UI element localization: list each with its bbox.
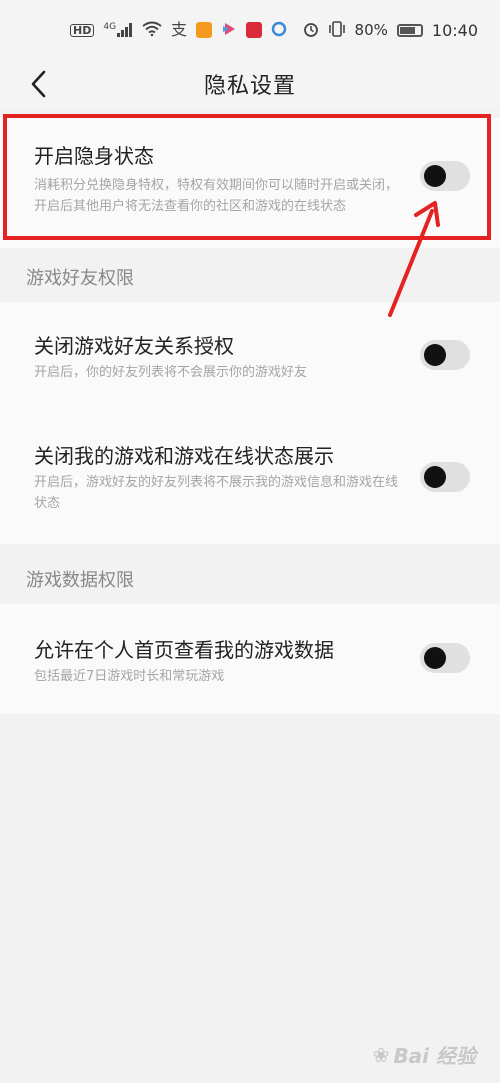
friends-auth-toggle[interactable] — [420, 340, 470, 370]
game-data-desc: 包括最近7日游戏时长和常玩游戏 — [34, 669, 225, 684]
status-bar: HD 4G 支 80% 10:40 — [0, 0, 500, 60]
paw-icon: ❀ — [372, 1042, 390, 1067]
online-status-toggle[interactable] — [420, 462, 470, 492]
status-left: HD 4G 支 — [70, 21, 287, 40]
online-status-title: 关闭我的游戏和游戏在线状态展示 — [34, 444, 334, 468]
game-data-toggle[interactable] — [420, 643, 470, 673]
hd-icon: HD — [70, 23, 95, 37]
friends-card: 关闭游戏好友关系授权 开启后，你的好友列表将不会展示你的游戏好友 关闭我的游戏和… — [0, 302, 500, 544]
alarm-icon — [303, 21, 319, 40]
battery-percent: 80% — [354, 21, 388, 39]
app-icon-blue — [271, 21, 287, 40]
app-icon-red — [246, 22, 263, 38]
4g-label: 4G — [103, 22, 117, 32]
status-right: 80% 10:40 — [303, 21, 478, 40]
back-button[interactable] — [18, 64, 58, 104]
clock: 10:40 — [431, 20, 478, 40]
section-label-friends: 游戏好友权限 — [26, 268, 134, 289]
app-icon-orange — [196, 22, 213, 38]
online-status-desc: 开启后，游戏好友的好友列表将不展示我的游戏信息和游戏在线状态 — [34, 475, 399, 511]
app-icon-bilibili — [221, 21, 237, 40]
watermark: ❀ Bai 经验 — [373, 1040, 476, 1069]
friends-auth-desc: 开启后，你的好友列表将不会展示你的游戏好友 — [34, 365, 308, 380]
toggle-knob — [424, 466, 446, 488]
vibrate-icon — [328, 20, 346, 40]
watermark-text: Bai 经验 — [393, 1044, 476, 1068]
battery-icon — [396, 23, 423, 37]
nav-header: 隐私设置 — [0, 60, 500, 108]
red-arrow-icon — [388, 201, 440, 317]
friends-auth-title: 关闭游戏好友关系授权 — [34, 334, 234, 358]
online-status-row: 关闭我的游戏和游戏在线状态展示 开启后，游戏好友的好友列表将不展示我的游戏信息和… — [0, 410, 500, 514]
chevron-left-icon — [31, 70, 46, 98]
section-label-data: 游戏数据权限 — [26, 570, 134, 591]
page-title: 隐私设置 — [203, 74, 296, 99]
toggle-knob — [424, 647, 446, 669]
data-card: 允许在个人首页查看我的游戏数据 包括最近7日游戏时长和常玩游戏 — [0, 604, 500, 714]
game-data-row: 允许在个人首页查看我的游戏数据 包括最近7日游戏时长和常玩游戏 — [0, 604, 500, 687]
wifi-icon — [142, 21, 162, 39]
signal-icon: 4G — [103, 23, 133, 37]
toggle-knob — [424, 344, 446, 366]
alipay-icon: 支 — [171, 20, 188, 39]
game-data-title: 允许在个人首页查看我的游戏数据 — [34, 638, 334, 662]
